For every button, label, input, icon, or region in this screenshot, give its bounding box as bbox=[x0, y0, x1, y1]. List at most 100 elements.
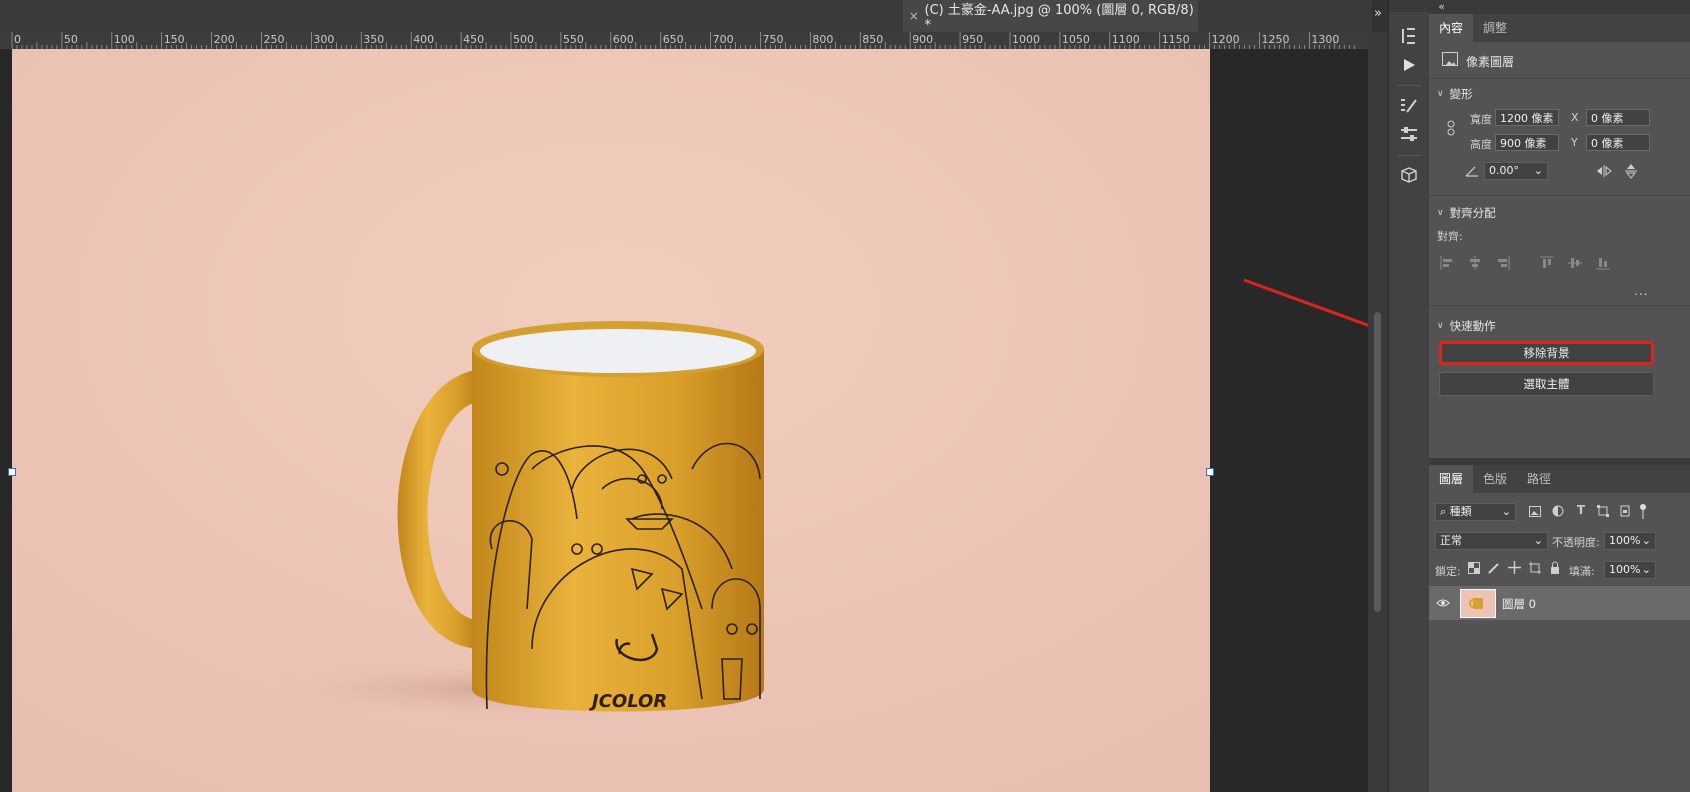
ruler-label: 150 bbox=[164, 33, 185, 46]
ruler-label: 850 bbox=[862, 33, 883, 46]
ruler-label: 900 bbox=[912, 33, 933, 46]
3d-cube-icon[interactable] bbox=[1395, 163, 1423, 187]
tab-properties[interactable]: 內容 bbox=[1429, 14, 1474, 42]
angle-field[interactable]: 0.00° ⌄ bbox=[1484, 162, 1548, 180]
visibility-eye-icon[interactable] bbox=[1436, 596, 1450, 610]
remove-background-button[interactable]: 移除背景 bbox=[1439, 341, 1654, 365]
filter-shape-icon[interactable] bbox=[1596, 504, 1610, 518]
tab-channels[interactable]: 色版 bbox=[1473, 465, 1517, 493]
expand-panels-icon[interactable]: » bbox=[1368, 6, 1388, 21]
ruler-label: 800 bbox=[812, 33, 833, 46]
ruler-label: 1100 bbox=[1112, 33, 1140, 46]
ruler-label: 250 bbox=[264, 33, 285, 46]
layer-kind-label: 像素圖層 bbox=[1466, 55, 1515, 69]
ruler-label: 100 bbox=[114, 33, 135, 46]
angle-icon bbox=[1465, 164, 1479, 178]
align-vertical-center-icon[interactable] bbox=[1567, 255, 1583, 271]
document-image[interactable]: JCOLOR bbox=[12, 49, 1210, 792]
height-label: 高度 bbox=[1470, 138, 1492, 151]
ruler-label: 1050 bbox=[1062, 33, 1090, 46]
align-horizontal-center-icon[interactable] bbox=[1467, 255, 1483, 271]
width-label: 寬度 bbox=[1470, 113, 1492, 126]
filter-toggle-icon[interactable] bbox=[1638, 502, 1648, 520]
transform-section-title[interactable]: ∨ 變形 bbox=[1437, 86, 1473, 102]
ruler-label: 500 bbox=[513, 33, 534, 46]
more-options-icon[interactable]: ... bbox=[1634, 284, 1648, 298]
ruler-label: 200 bbox=[214, 33, 235, 46]
ruler-label: 1000 bbox=[1012, 33, 1040, 46]
ruler-label: 50 bbox=[64, 33, 78, 46]
y-field[interactable]: 0 像素 bbox=[1586, 134, 1650, 151]
y-label: Y bbox=[1571, 136, 1578, 149]
chevron-down-icon: ∨ bbox=[1437, 89, 1444, 99]
chevron-down-icon: ⌄ bbox=[1533, 534, 1543, 547]
ruler-label: 1200 bbox=[1212, 33, 1240, 46]
chevron-down-icon: ⌄ bbox=[1641, 563, 1651, 576]
filter-type-icon[interactable]: T bbox=[1574, 503, 1588, 517]
x-field[interactable]: 0 像素 bbox=[1586, 109, 1650, 126]
document-tab[interactable]: × (C) 土豪金-AA.jpg @ 100% (圖層 0, RGB/8) * bbox=[903, 0, 1198, 33]
ruler-label: 700 bbox=[713, 33, 734, 46]
fill-field[interactable]: 100% ⌄ bbox=[1604, 561, 1656, 579]
document-title: (C) 土豪金-AA.jpg @ 100% (圖層 0, RGB/8) * bbox=[924, 3, 1194, 33]
tab-adjustments[interactable]: 調整 bbox=[1473, 14, 1517, 42]
opacity-label: 不透明度: bbox=[1552, 536, 1600, 549]
flip-vertical-icon[interactable] bbox=[1624, 163, 1638, 179]
filter-adjustment-icon[interactable] bbox=[1551, 504, 1565, 518]
play-icon[interactable] bbox=[1395, 53, 1423, 77]
lock-position-icon[interactable] bbox=[1507, 560, 1521, 574]
flip-horizontal-icon[interactable] bbox=[1596, 164, 1612, 178]
transform-handle-right[interactable] bbox=[1206, 468, 1214, 476]
tab-layers[interactable]: 圖層 bbox=[1429, 465, 1474, 493]
layer-filter-kind[interactable]: ⌕ 種類 ⌄ bbox=[1435, 503, 1516, 521]
layer-row[interactable]: 圖層 0 bbox=[1429, 586, 1690, 620]
vertical-scrollbar[interactable] bbox=[1368, 32, 1388, 792]
ruler-label: 350 bbox=[363, 33, 384, 46]
link-proportions-icon[interactable] bbox=[1445, 120, 1457, 136]
pixel-layer-icon bbox=[1442, 52, 1458, 66]
ruler-label: 0 bbox=[14, 33, 21, 46]
ruler-label: 1300 bbox=[1311, 33, 1339, 46]
quick-actions-section-title[interactable]: ∨ 快速動作 bbox=[1437, 318, 1496, 334]
lock-artboard-icon[interactable] bbox=[1528, 561, 1542, 575]
opacity-field[interactable]: 100% ⌄ bbox=[1604, 532, 1656, 550]
chevron-down-icon: ⌄ bbox=[1641, 534, 1651, 547]
lock-transparent-pixels-icon[interactable] bbox=[1467, 561, 1481, 575]
lock-image-pixels-icon[interactable] bbox=[1487, 561, 1501, 575]
align-label: 對齊: bbox=[1437, 230, 1463, 243]
tab-paths[interactable]: 路徑 bbox=[1517, 465, 1561, 493]
width-field[interactable]: 1200 像素 bbox=[1495, 109, 1559, 126]
layers-tabs: 圖層 色版 路徑 bbox=[1429, 465, 1690, 493]
align-bottom-icon[interactable] bbox=[1595, 255, 1611, 271]
x-label: X bbox=[1571, 111, 1579, 124]
transform-handle-left[interactable] bbox=[8, 468, 16, 476]
blend-mode-select[interactable]: 正常 ⌄ bbox=[1435, 532, 1548, 550]
lock-all-icon[interactable] bbox=[1548, 560, 1562, 574]
history-icon[interactable] bbox=[1395, 24, 1423, 48]
fill-label: 填滿: bbox=[1569, 565, 1595, 578]
divider bbox=[1429, 195, 1690, 196]
panel-icon-column bbox=[1388, 0, 1430, 792]
ruler-label: 950 bbox=[962, 33, 983, 46]
mug-logo: JCOLOR bbox=[589, 691, 667, 712]
chevron-down-icon: ∨ bbox=[1437, 321, 1444, 331]
align-right-icon[interactable] bbox=[1495, 255, 1511, 271]
close-tab-icon[interactable]: × bbox=[903, 9, 925, 23]
height-field[interactable]: 900 像素 bbox=[1495, 134, 1559, 151]
collapse-panels-icon[interactable]: « bbox=[1429, 0, 1690, 14]
align-left-icon[interactable] bbox=[1439, 255, 1455, 271]
brush-presets-icon[interactable] bbox=[1395, 94, 1423, 118]
layer-thumbnail bbox=[1460, 589, 1496, 618]
adjust-sliders-icon[interactable] bbox=[1395, 122, 1423, 146]
ruler-label: 300 bbox=[313, 33, 334, 46]
horizontal-ruler: 0 50 100 150 200 250 300 350 400 450 500 550 600 650 7… bbox=[0, 32, 1372, 50]
layer-name[interactable]: 圖層 0 bbox=[1502, 596, 1536, 612]
select-subject-button[interactable]: 選取主體 bbox=[1439, 372, 1654, 396]
ruler-label: 600 bbox=[613, 33, 634, 46]
filter-pixel-icon[interactable] bbox=[1528, 504, 1542, 518]
align-top-icon[interactable] bbox=[1539, 255, 1555, 271]
align-section-title[interactable]: ∨ 對齊分配 bbox=[1437, 205, 1496, 221]
ruler-label: 400 bbox=[413, 33, 434, 46]
scrollbar-thumb[interactable] bbox=[1374, 312, 1381, 612]
filter-smart-object-icon[interactable] bbox=[1618, 504, 1632, 518]
